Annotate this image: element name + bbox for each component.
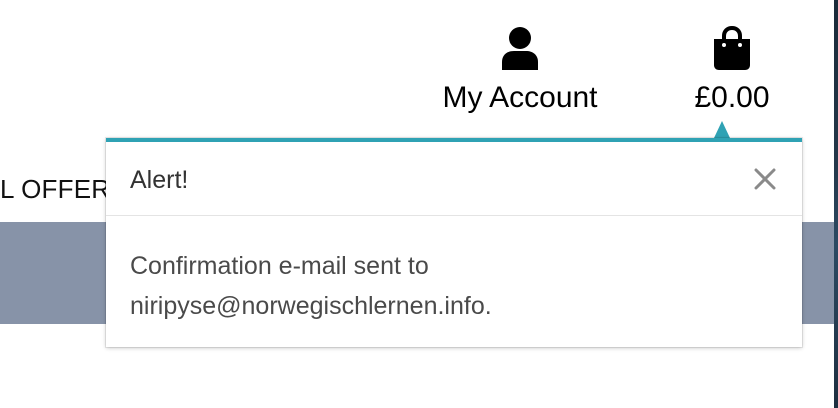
- close-button[interactable]: [752, 166, 778, 192]
- alert-title: Alert!: [130, 166, 189, 194]
- offer-heading: L OFFER: [0, 174, 111, 204]
- user-icon: [496, 24, 544, 72]
- basket-link[interactable]: £0.00: [680, 24, 784, 116]
- alert-message-line-2: niripyse@norwegischlernen.info.: [130, 292, 492, 320]
- page: L OFFER My Account £0.00 Alert! Confirma…: [0, 0, 838, 408]
- background-image-edge: [834, 0, 838, 408]
- alert-pointer-arrow: [714, 121, 730, 138]
- alert-message-line-1: Confirmation e-mail sent to: [130, 252, 429, 280]
- close-icon: [754, 168, 776, 190]
- basket-total: £0.00: [694, 81, 770, 114]
- shopping-bag-icon: [708, 24, 756, 72]
- my-account-label: My Account: [442, 81, 598, 114]
- alert-popup: Alert! Confirmation e-mail sent to nirip…: [106, 138, 802, 347]
- my-account-link[interactable]: My Account: [432, 24, 608, 116]
- alert-message: Confirmation e-mail sent to niripyse@nor…: [106, 216, 802, 326]
- alert-header: Alert!: [106, 142, 802, 216]
